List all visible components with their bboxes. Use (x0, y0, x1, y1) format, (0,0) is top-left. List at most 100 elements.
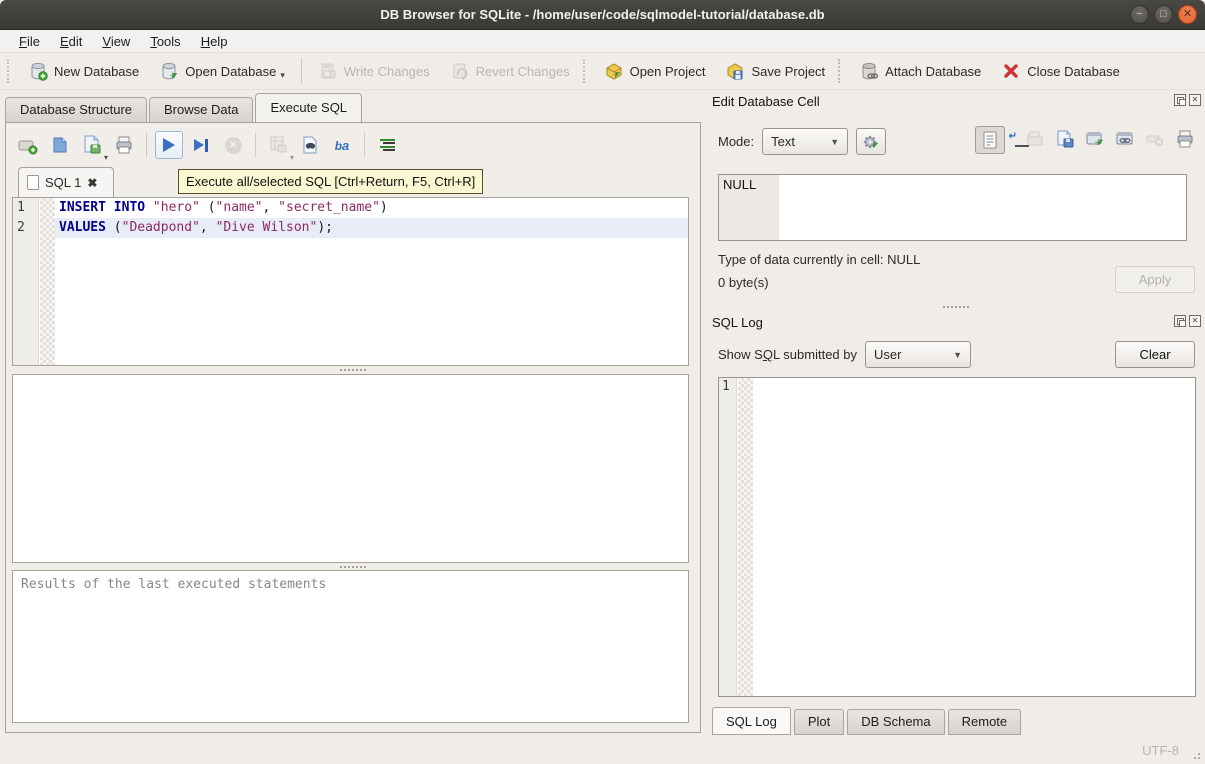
maximize-button[interactable]: □ (1154, 5, 1173, 24)
open-sql-file-button[interactable] (46, 131, 74, 159)
revert-changes-icon (450, 61, 470, 81)
toolbar-drag-handle[interactable] (7, 59, 15, 83)
code-area[interactable]: INSERT INTO "hero" ("name", "secret_name… (55, 198, 688, 365)
close-database-icon (1001, 61, 1021, 81)
sql-code-editor[interactable]: 1 2 INSERT INTO "hero" ("name", "secret_… (12, 197, 689, 366)
text-mode-toggle-button[interactable] (975, 126, 1005, 154)
execute-play-icon (163, 138, 175, 152)
menu-file[interactable]: File (10, 32, 49, 51)
save-project-button[interactable]: Save Project (715, 57, 835, 85)
open-database-button[interactable]: Open Database ▾ (149, 57, 295, 85)
print-icon (114, 135, 134, 155)
apply-button[interactable]: Apply (1115, 266, 1195, 293)
sql-toolbar-separator (146, 133, 147, 157)
stop-execution-button[interactable]: ✕ (219, 131, 247, 159)
import-data-button[interactable] (1025, 129, 1045, 152)
sql-toolbar-separator (364, 133, 365, 157)
code-line-1: INSERT INTO "hero" ("name", "secret_name… (55, 198, 688, 218)
line-number: 1 (13, 198, 38, 218)
replace-button[interactable]: ba (328, 131, 356, 159)
sql-tab-label: SQL 1 (45, 175, 81, 190)
sql-toolbar-separator (255, 133, 256, 157)
menu-help[interactable]: Help (192, 32, 237, 51)
print-sql-button[interactable] (110, 131, 138, 159)
menu-bar: File Edit View Tools Help (0, 30, 1205, 53)
open-database-dropdown-caret[interactable]: ▾ (280, 70, 285, 81)
attach-database-button[interactable]: Attach Database (849, 57, 991, 85)
revert-changes-label: Revert Changes (476, 64, 570, 79)
log-line-number: 1 (719, 378, 737, 696)
execute-all-button[interactable] (155, 131, 183, 159)
open-in-external-button[interactable] (1085, 129, 1105, 152)
execute-tooltip: Execute all/selected SQL [Ctrl+Return, F… (178, 169, 483, 194)
copy-link-button[interactable] (1115, 129, 1135, 152)
sql-document-tab[interactable]: SQL 1 ✖ (18, 167, 114, 197)
tab-database-structure[interactable]: Database Structure (5, 97, 147, 122)
encoding-indicator[interactable]: UTF-8 (1142, 743, 1179, 758)
results-message-pane: Results of the last executed statements (12, 570, 689, 723)
splitter-handle[interactable] (340, 566, 366, 568)
write-changes-icon (318, 61, 338, 81)
export-results-button[interactable]: ▾ (264, 131, 292, 159)
menu-edit[interactable]: Edit (51, 32, 91, 51)
tab-db-schema[interactable]: DB Schema (847, 709, 944, 735)
title-bar[interactable]: DB Browser for SQLite - /home/user/code/… (0, 0, 1205, 30)
float-panel-icon[interactable] (1174, 315, 1186, 327)
tab-browse-data[interactable]: Browse Data (149, 97, 253, 122)
menu-view[interactable]: View (93, 32, 139, 51)
format-sql-button[interactable] (373, 131, 401, 159)
show-sql-filter-label: Show SQL submitted by (718, 347, 857, 362)
open-file-icon (50, 135, 70, 155)
close-panel-icon[interactable]: ✕ (1189, 315, 1201, 327)
splitter-handle[interactable] (340, 369, 366, 371)
resize-grip[interactable] (1189, 748, 1202, 761)
open-project-button[interactable]: Open Project (594, 57, 716, 85)
sql-log-view[interactable]: 1 (718, 377, 1196, 697)
revert-changes-button[interactable]: Revert Changes (440, 57, 580, 85)
toolbar-drag-handle[interactable] (838, 59, 846, 83)
write-changes-button[interactable]: Write Changes (308, 57, 440, 85)
clear-log-button[interactable]: Clear (1115, 341, 1195, 368)
tab-plot[interactable]: Plot (794, 709, 844, 735)
replace-icon: ba (335, 138, 350, 153)
new-tab-icon (17, 134, 39, 156)
dock-splitter-handle[interactable] (943, 306, 969, 308)
find-button[interactable] (296, 131, 324, 159)
close-panel-icon[interactable]: ✕ (1189, 94, 1201, 106)
cell-editor[interactable]: NULL (718, 174, 1187, 241)
open-new-sql-tab-button[interactable] (14, 131, 42, 159)
menu-tools[interactable]: Tools (141, 32, 189, 51)
sql-log-filter-select[interactable]: User ▼ (865, 341, 971, 368)
save-sql-file-button[interactable]: ▾ (78, 131, 106, 159)
auto-switch-mode-button[interactable] (856, 128, 886, 155)
cell-type-info: Type of data currently in cell: NULL (718, 252, 920, 267)
tab-remote[interactable]: Remote (948, 709, 1022, 735)
export-data-button[interactable] (1055, 129, 1075, 152)
open-database-label: Open Database (185, 64, 276, 79)
print-cell-button[interactable] (1175, 129, 1195, 152)
tab-sql-log[interactable]: SQL Log (712, 707, 791, 735)
mode-select[interactable]: Text ▼ (762, 128, 848, 155)
close-button[interactable]: ✕ (1178, 5, 1197, 24)
format-icon (380, 139, 395, 152)
float-panel-icon[interactable] (1174, 94, 1186, 106)
tab-execute-sql[interactable]: Execute SQL (255, 93, 362, 122)
new-database-button[interactable]: New Database (18, 57, 149, 85)
chevron-down-icon: ▼ (830, 137, 839, 147)
sql-document-icon (27, 175, 39, 190)
main-toolbar: New Database Open Database ▾ Write Chang… (0, 53, 1205, 90)
close-database-button[interactable]: Close Database (991, 57, 1130, 85)
close-database-label: Close Database (1027, 64, 1120, 79)
set-null-button[interactable] (1145, 129, 1165, 152)
attach-database-icon (859, 61, 879, 81)
close-tab-icon[interactable]: ✖ (87, 176, 97, 190)
execute-line-bar-icon (205, 139, 208, 152)
export-results-icon (267, 134, 289, 156)
save-project-label: Save Project (751, 64, 825, 79)
execute-current-line-button[interactable] (187, 131, 215, 159)
minimize-button[interactable]: − (1130, 5, 1149, 24)
filter-value: User (874, 347, 901, 362)
save-project-icon (725, 61, 745, 81)
fold-margin (40, 198, 55, 365)
toolbar-drag-handle[interactable] (583, 59, 591, 83)
